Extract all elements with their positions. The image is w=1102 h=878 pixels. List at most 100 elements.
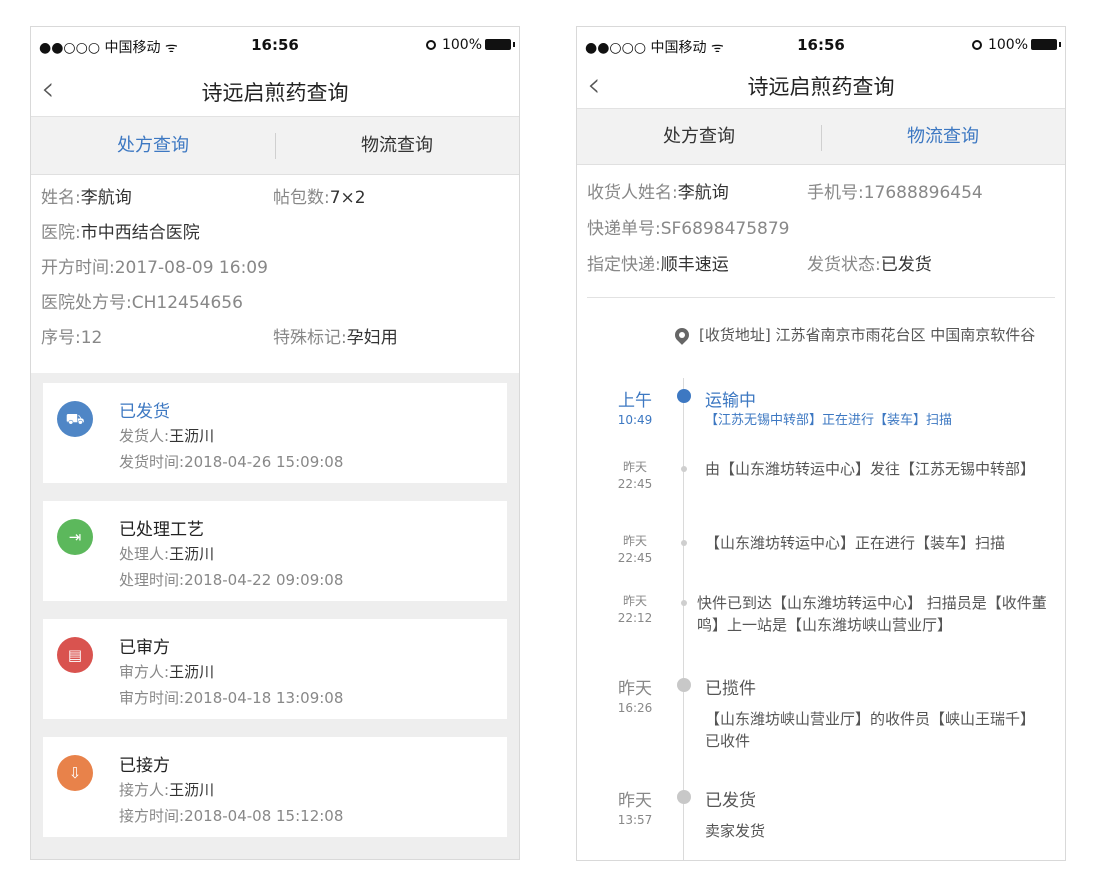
label-seq: 序号: [41, 328, 81, 348]
event-title: 运输中 [705, 391, 756, 411]
tab-logistics-query[interactable]: 物流查询 [275, 117, 519, 174]
event-dot [681, 466, 687, 472]
timeline-line [683, 378, 684, 860]
event-title: 已揽件 [705, 679, 756, 699]
tab-prescription-query[interactable]: 处方查询 [31, 117, 275, 174]
alarm-icon [971, 40, 982, 50]
label-receiver: 收货人姓名: [587, 183, 678, 203]
event-desc: 【山东潍坊转运中心】正在进行【装车】扫描 [705, 534, 1006, 552]
event-time: 昨天 22:45 [617, 534, 653, 565]
status-card-reviewed[interactable]: ▤ 已审方 审方人:王沥川 审方时间:2018-04-18 13:09:08 [43, 619, 507, 719]
value-prescribe-time: 2017-08-09 16:09 [114, 258, 268, 278]
label-rx-number: 医院处方号: [41, 293, 132, 313]
battery-status: 100% [971, 37, 1061, 53]
info-row-courier: 指定快递:顺丰速运 发货状态:已发货 [587, 247, 1055, 283]
event-desc: 【山东潍坊峡山营业厅】的收件员【峡山王瑞千】已收件 [705, 710, 1036, 750]
event-desc: 【江苏无锡中转部】正在进行【装车】扫描 [705, 413, 953, 428]
event-time: 上午 10:49 [617, 391, 653, 427]
nav-bar: ‹ 诗远启煎药查询 [31, 65, 519, 117]
prescription-screen: ●●○○○ 中国移动 ᯤ 16:56 100% ‹ 诗远启煎药查询 处方查询 物… [30, 26, 520, 860]
label-tracking: 快递单号: [587, 219, 661, 239]
card-title: 已处理工艺 [119, 520, 204, 540]
label-ship-status: 发货状态: [807, 255, 881, 275]
card-person: 发货人:王沥川 [119, 427, 215, 445]
event-time: 昨天 22:45 [617, 460, 653, 491]
event-desc: 由【山东潍坊转运中心】发往【江苏无锡中转部】 [705, 460, 1036, 478]
value-receiver: 李航询 [677, 183, 729, 203]
label-hospital: 医院: [41, 223, 81, 243]
info-row-name: 姓名:李航询 帖包数:7×2 [41, 181, 509, 216]
card-time: 审方时间:2018-04-18 13:09:08 [119, 689, 344, 707]
status-card-shipped[interactable]: ⛟ 已发货 发货人:王沥川 发货时间:2018-04-26 15:09:08 [43, 383, 507, 483]
label-name: 姓名: [41, 188, 81, 208]
tab-logistics-query[interactable]: 物流查询 [821, 109, 1065, 164]
current-status-icon [677, 389, 691, 403]
label-special-mark: 特殊标记: [273, 328, 347, 348]
alarm-icon [425, 40, 436, 50]
prescription-info: 姓名:李航询 帖包数:7×2 医院:市中西结合医院 开方时间:2017-08-0… [31, 175, 519, 362]
shipping-info: 收货人姓名:李航询 手机号:17688896454 快递单号:SF6898475… [577, 165, 1065, 283]
card-time: 处理时间:2018-04-22 09:09:08 [119, 571, 344, 589]
label-packs: 帖包数: [273, 188, 330, 208]
status-bar: ●●○○○ 中国移动 ᯤ 16:56 100% [31, 27, 519, 65]
tab-prescription-query[interactable]: 处方查询 [577, 109, 821, 164]
event-dot [681, 540, 687, 546]
card-title: 已审方 [119, 638, 170, 658]
status-card-received[interactable]: ⇩ 已接方 接方人:王沥川 接方时间:2018-04-08 15:12:08 [43, 737, 507, 837]
value-hospital: 市中西结合医院 [80, 223, 200, 243]
process-icon: ⇥ [57, 519, 93, 555]
info-row-receiver: 收货人姓名:李航询 手机号:17688896454 [587, 175, 1055, 211]
info-row-tracking: 快递单号:SF6898475879 [587, 211, 1055, 247]
battery-level: 100% [441, 37, 482, 53]
info-row-time: 开方时间:2017-08-09 16:09 [41, 251, 509, 286]
value-rx-number: CH12454656 [131, 293, 243, 313]
card-title: 已接方 [119, 756, 170, 776]
logistics-screen: ●●○○○ 中国移动 ᯤ 16:56 100% ‹ 诗远启煎药查询 处方查询 物… [576, 26, 1066, 861]
status-bar: ●●○○○ 中国移动 ᯤ 16:56 100% [577, 27, 1065, 65]
card-person: 处理人:王沥川 [119, 545, 215, 563]
card-time: 接方时间:2018-04-08 15:12:08 [119, 807, 344, 825]
event-dot [681, 600, 687, 606]
truck-icon: ⛟ [57, 401, 93, 437]
event-time: 昨天 16:26 [617, 679, 653, 715]
page-title: 诗远启煎药查询 [201, 81, 349, 105]
value-seq: 12 [80, 328, 103, 348]
address-text: [收货地址] 江苏省南京市雨花台区 中国南京软件谷 [699, 326, 1036, 344]
receive-icon: ⇩ [57, 755, 93, 791]
location-pin-icon [672, 325, 692, 345]
card-person: 审方人:王沥川 [119, 663, 215, 681]
battery-status: 100% [425, 37, 515, 53]
label-phone: 手机号: [807, 183, 864, 203]
status-card-processed[interactable]: ⇥ 已处理工艺 处理人:王沥川 处理时间:2018-04-22 09:09:08 [43, 501, 507, 601]
info-row-seq: 序号:12 特殊标记:孕妇用 [41, 321, 509, 356]
event-desc: 卖家发货 [705, 822, 766, 840]
card-person: 接方人:王沥川 [119, 781, 215, 799]
info-row-hospital: 医院:市中西结合医院 [41, 216, 509, 251]
label-courier: 指定快递: [587, 255, 661, 275]
event-time: 昨天 13:57 [617, 791, 653, 827]
card-time: 发货时间:2018-04-26 15:09:08 [119, 453, 344, 471]
battery-icon [485, 39, 515, 50]
battery-level: 100% [987, 37, 1028, 53]
value-packs: 7×2 [329, 188, 366, 208]
value-phone: 17688896454 [863, 183, 983, 203]
status-card-list: ⛟ 已发货 发货人:王沥川 发货时间:2018-04-26 15:09:08 ⇥… [31, 373, 519, 859]
label-prescribe-time: 开方时间: [41, 258, 115, 278]
event-time: 昨天 22:12 [617, 594, 653, 625]
tab-bar: 处方查询 物流查询 [31, 117, 519, 175]
value-ship-status: 已发货 [880, 255, 932, 275]
event-status-icon [677, 790, 691, 804]
tab-bar: 处方查询 物流查询 [577, 109, 1065, 165]
nav-bar: ‹ 诗远启煎药查询 [577, 65, 1065, 109]
value-tracking: SF6898475879 [660, 219, 790, 239]
page-title: 诗远启煎药查询 [747, 75, 895, 99]
event-desc: 快件已到达【山东潍坊转运中心】 扫描员是【收件董鸣】上一站是【山东潍坊峡山营业厅… [697, 594, 1047, 634]
value-special-mark: 孕妇用 [346, 328, 398, 348]
value-courier: 顺丰速运 [660, 255, 729, 275]
info-row-rx: 医院处方号:CH12454656 [41, 286, 509, 321]
battery-icon [1031, 39, 1061, 50]
event-title: 已发货 [705, 791, 756, 811]
card-title: 已发货 [119, 402, 170, 422]
value-name: 李航询 [80, 188, 132, 208]
logistics-timeline: [收货地址] 江苏省南京市雨花台区 中国南京软件谷 上午 10:49 运输中 【江… [577, 298, 1065, 860]
